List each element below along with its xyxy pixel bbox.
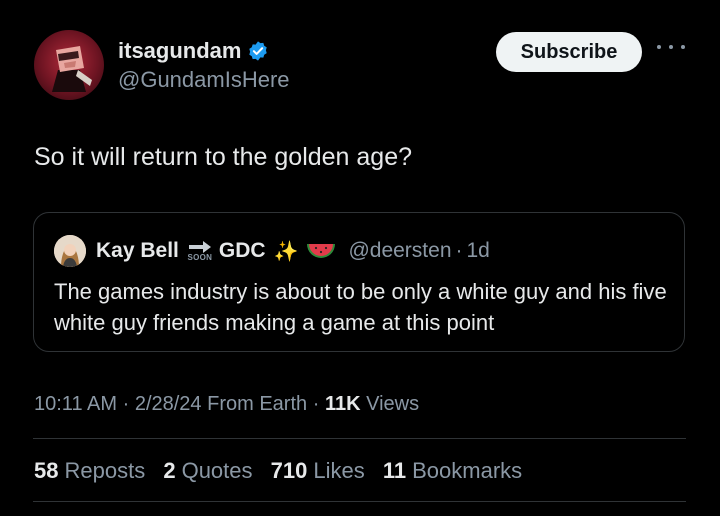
tweet-date[interactable]: 2/28/24 [135,393,202,415]
likes-count: 710 [270,458,308,483]
author-display-name-row: itsagundam [118,38,269,64]
quoted-tweet-text: The games industry is about to be only a… [54,279,667,335]
reposts-label: Reposts [64,458,146,483]
tweet-text: So it will return to the golden age? [34,143,413,171]
separator-dot: · [312,393,320,415]
more-dot [669,45,673,49]
gundam-avatar-icon [52,46,92,92]
quotes-label: Quotes [181,458,253,483]
reposts-stat[interactable]: 58 Reposts [34,458,145,483]
quoted-tweet-age[interactable]: 1d [467,239,490,263]
bookmarks-stat[interactable]: 11 Bookmarks [383,458,522,483]
more-options-icon[interactable] [657,40,685,54]
more-dot [681,45,685,49]
divider [33,501,686,502]
author-avatar[interactable] [34,30,104,100]
separator-dot: · [122,393,130,415]
soon-arrow-icon: SOON [187,240,213,262]
quotes-count: 2 [163,458,176,483]
arrow-right-icon [188,241,211,253]
divider [33,438,686,439]
quoted-author-name[interactable]: Kay Bell [96,239,179,263]
tweet-meta: 10:11 AM · 2/28/24 From Earth · 11K View… [34,393,419,416]
watermelon-icon [307,244,336,258]
sparkles-icon: ✨ [273,240,299,263]
quoted-tweet-card[interactable]: Kay Bell SOON GDC ✨ @deersten · 1d The g… [33,212,685,352]
quoted-author-name-gdc[interactable]: GDC [219,239,266,263]
tweet-source: From Earth [207,393,308,415]
quotes-stat[interactable]: 2 Quotes [163,458,252,483]
quoted-author-avatar[interactable] [54,235,86,267]
likes-label: Likes [313,458,365,483]
author-display-name[interactable]: itsagundam [118,38,241,64]
quoted-tweet-header: Kay Bell SOON GDC ✨ @deersten · 1d [54,235,490,267]
quoted-author-handle[interactable]: @deersten [348,239,451,263]
reposts-count: 58 [34,458,59,483]
verified-badge-icon [249,41,268,61]
bookmarks-label: Bookmarks [412,458,523,483]
views-count: 11K [324,393,361,415]
author-handle[interactable]: @GundamIsHere [118,67,290,93]
engagement-stats: 58 Reposts 2 Quotes 710 Likes 11 Bookmarks [34,458,534,484]
likes-stat[interactable]: 710 Likes [271,458,365,483]
separator-dot: · [455,239,463,262]
person-avatar-icon [54,235,86,267]
tweet-time[interactable]: 10:11 AM [34,393,117,415]
soon-label: SOON [187,253,213,262]
more-dot [657,45,661,49]
bookmarks-count: 11 [382,458,407,483]
subscribe-button[interactable]: Subscribe [496,32,642,72]
views-label: Views [366,393,420,415]
